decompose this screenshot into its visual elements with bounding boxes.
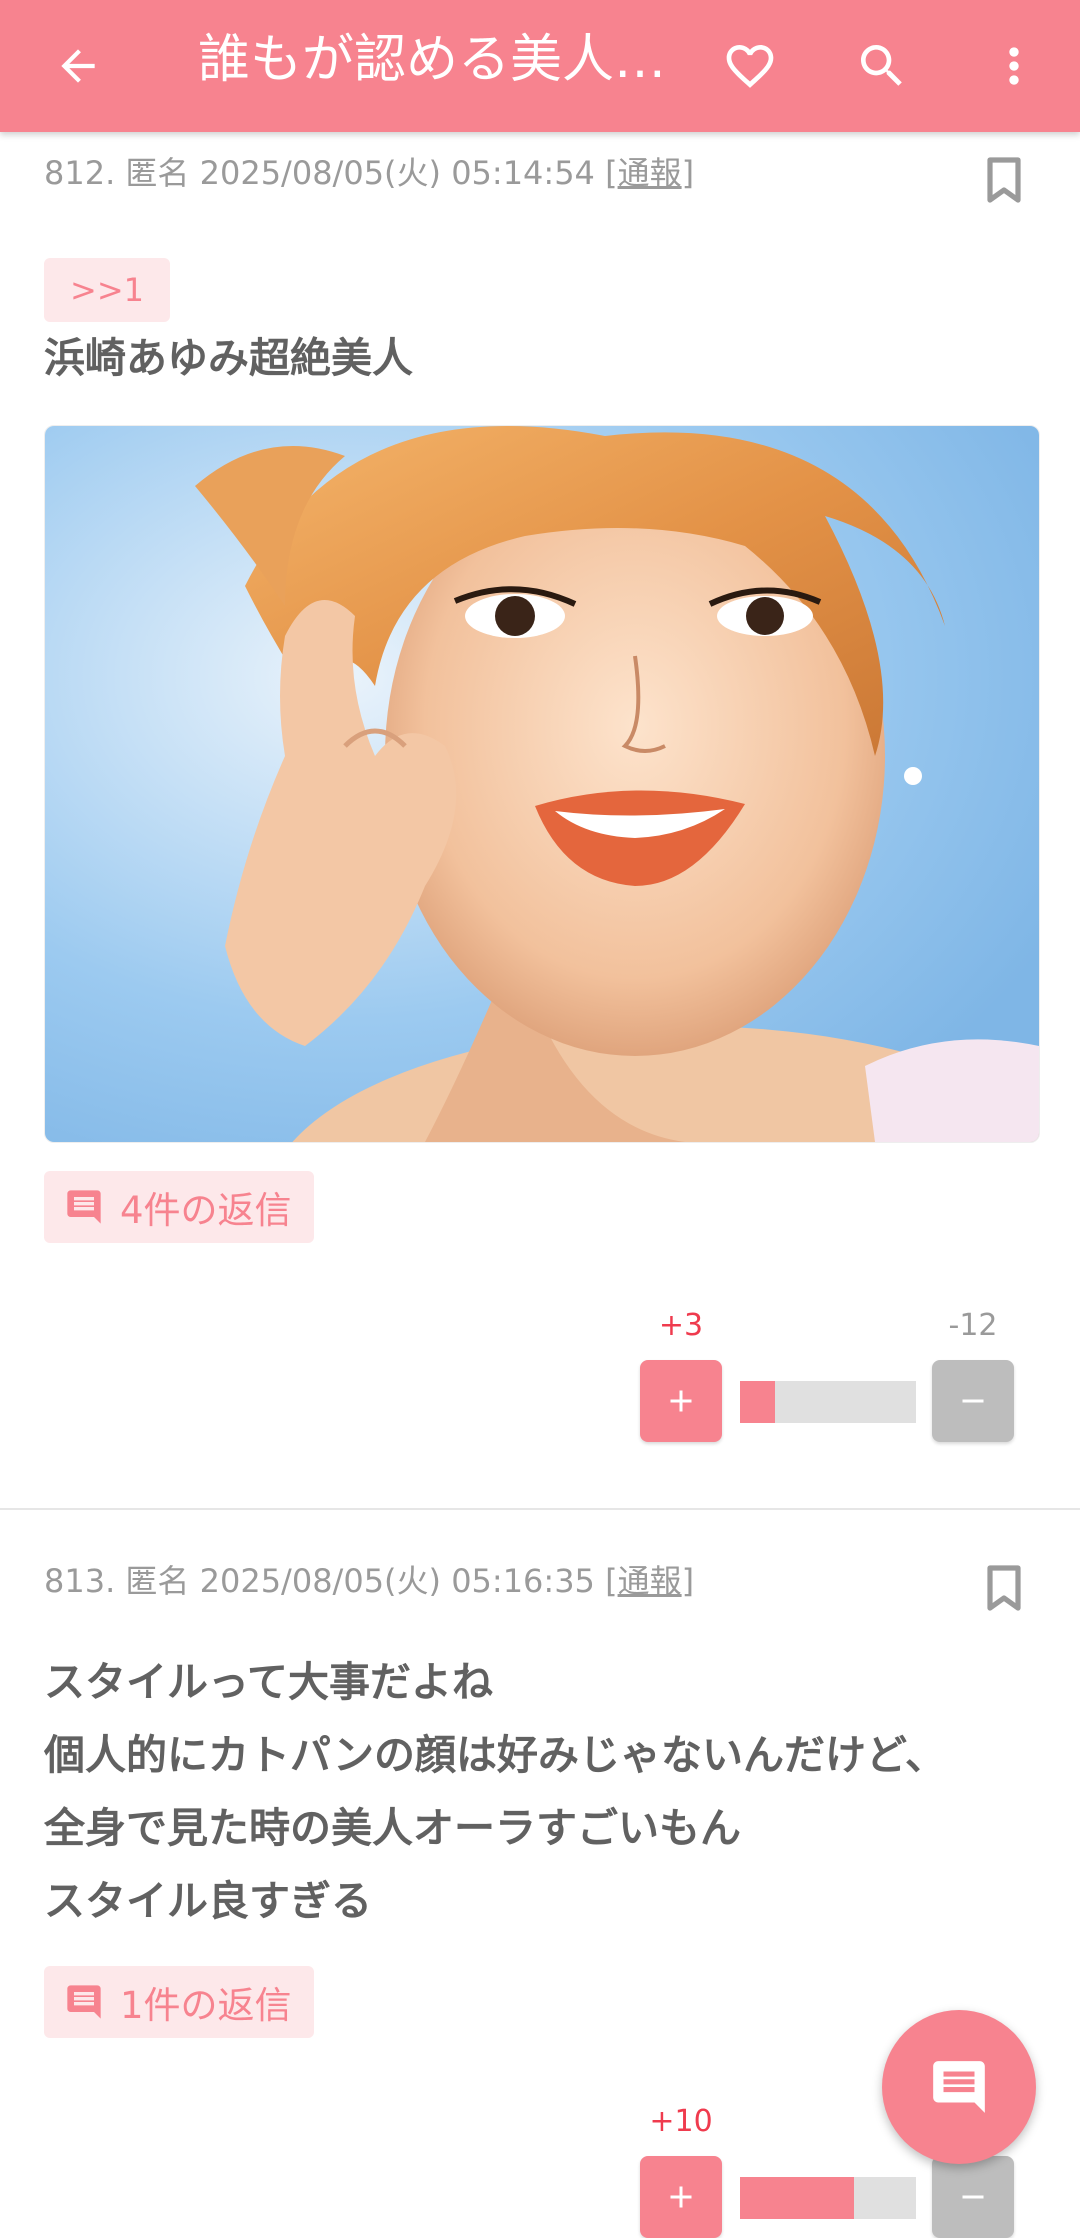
bookmark-icon bbox=[987, 1565, 1021, 1611]
plus-count: +10 bbox=[649, 2104, 713, 2139]
replies-button[interactable]: 1件の返信 bbox=[44, 1966, 314, 2038]
vote-ratio-fill bbox=[740, 2177, 855, 2219]
post-body: スタイルって大事だよね 個人的にカトパンの顔は好みじゃないんだけど、 全身で見た… bbox=[44, 1658, 946, 1925]
minus-icon bbox=[962, 2195, 984, 2199]
back-arrow-icon bbox=[61, 49, 95, 83]
write-comment-fab[interactable] bbox=[882, 2010, 1036, 2164]
post-datetime: 2025/08/05(火) 05:16:35 bbox=[199, 1562, 595, 1600]
post-meta: 813. 匿名 2025/08/05(火) 05:16:35 [通報] bbox=[44, 1556, 694, 1602]
favorite-button[interactable] bbox=[700, 0, 800, 132]
comment-post: 813. 匿名 2025/08/05(火) 05:16:35 [通報] スタイル… bbox=[0, 0, 1080, 2238]
post-number: 813. bbox=[44, 1562, 116, 1600]
plus-vote-button[interactable] bbox=[640, 2156, 722, 2238]
plus-icon bbox=[670, 2186, 692, 2208]
heart-icon bbox=[726, 45, 774, 88]
more-options-button[interactable] bbox=[964, 0, 1064, 132]
replies-label: 1件の返信 bbox=[120, 1984, 292, 2027]
page-title: 誰もが認める美人… bbox=[198, 30, 667, 90]
report-bracket-open: [ bbox=[605, 1562, 618, 1600]
minus-vote-button[interactable] bbox=[932, 2156, 1014, 2238]
vote-ratio-bar bbox=[740, 2177, 916, 2219]
bookmark-button[interactable] bbox=[984, 1564, 1024, 1614]
more-vert-icon bbox=[1009, 47, 1019, 85]
report-bracket-close: ] bbox=[681, 1562, 695, 1600]
report-link[interactable]: 通報 bbox=[618, 1562, 682, 1600]
app-bar: 誰もが認める美人… bbox=[0, 0, 1080, 132]
comment-icon bbox=[67, 1985, 101, 2019]
post-author: 匿名 bbox=[125, 1562, 190, 1600]
comment-icon bbox=[933, 2061, 985, 2113]
back-button[interactable] bbox=[28, 0, 128, 132]
search-icon bbox=[861, 45, 902, 86]
search-button[interactable] bbox=[832, 0, 932, 132]
